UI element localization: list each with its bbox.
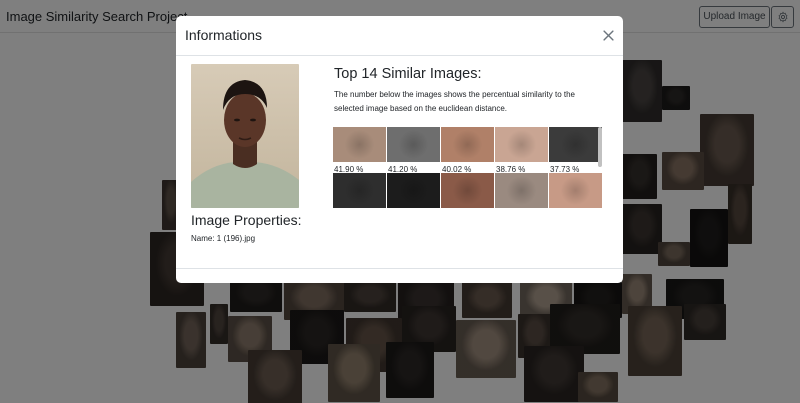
modal-title: Informations — [185, 27, 263, 43]
similar-image-thumbnail[interactable] — [333, 127, 386, 162]
name-label: Name: — [191, 234, 215, 243]
similar-image-thumbnail[interactable] — [441, 127, 494, 162]
similar-image-thumbnail[interactable] — [387, 173, 440, 208]
similar-title: Top 14 Similar Images: — [334, 66, 482, 82]
similar-image-thumbnail[interactable] — [495, 127, 548, 162]
close-icon — [602, 29, 614, 41]
similar-results[interactable]: 41.90 % 41.20 % 40.02 % 38.76 % 37.73 % — [333, 127, 604, 213]
image-name: Name: 1 (196).jpg — [191, 234, 255, 243]
modal-footer-divider — [176, 268, 623, 269]
properties-title: Image Properties: — [191, 212, 302, 228]
selected-image — [191, 64, 299, 208]
results-scrollbar[interactable] — [598, 127, 602, 167]
close-button[interactable] — [600, 27, 616, 43]
similar-image-thumbnail[interactable] — [549, 127, 602, 162]
name-value: 1 (196).jpg — [216, 234, 256, 243]
similar-description: The number below the images shows the pe… — [334, 90, 576, 113]
similar-image-thumbnail[interactable] — [549, 173, 602, 208]
similar-image-thumbnail[interactable] — [495, 173, 548, 208]
modal-header: Informations — [176, 16, 623, 56]
similar-image-thumbnail[interactable] — [387, 127, 440, 162]
similar-image-thumbnail[interactable] — [441, 173, 494, 208]
info-modal: Informations Image Properties: Name: 1 (… — [176, 16, 623, 283]
similar-image-thumbnail[interactable] — [333, 173, 386, 208]
